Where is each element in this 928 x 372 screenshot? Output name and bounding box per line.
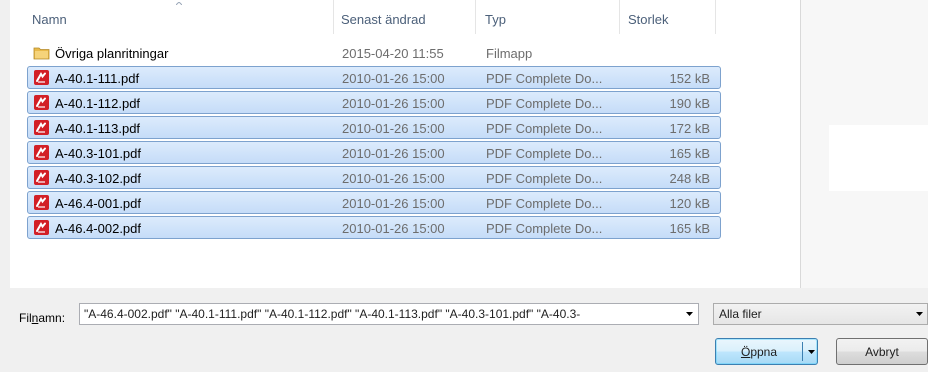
column-separator[interactable] [715,0,716,34]
file-name: A-46.4-001.pdf [55,196,142,211]
filename-dropdown-arrow-icon[interactable] [681,304,698,324]
split-divider [802,342,803,361]
preview-pane [801,0,928,288]
file-size: 172 kB [669,121,710,136]
column-separator[interactable] [333,0,334,34]
file-type: PDF Complete Do... [486,196,603,211]
file-type: PDF Complete Do... [486,221,603,236]
file-modified: 2010-01-26 15:00 [342,71,445,86]
file-row[interactable]: Övriga planritningar 2015-04-20 11:55 Film… [27,41,721,64]
file-list-pane[interactable]: Namn Senast ändrad Typ Storlek Övriga pl… [10,0,801,288]
column-separator[interactable] [475,0,476,34]
open-button[interactable]: Öppna [715,338,818,365]
file-modified: 2010-01-26 15:00 [342,146,445,161]
filename-input[interactable]: "A-46.4-002.pdf" "A-40.1-111.pdf" "A-40.… [79,303,699,325]
file-type-filter-select[interactable]: Alla filer [713,303,928,325]
file-size: 165 kB [669,221,710,236]
open-options-dropdown-icon[interactable] [804,339,818,364]
file-size: 120 kB [669,196,710,211]
file-size: 152 kB [669,71,710,86]
file-name: A-40.1-113.pdf [55,121,141,136]
file-row[interactable]: A-46.4-001.pdf 2010-01-26 15:00 PDF Comple… [27,191,721,214]
file-modified: 2010-01-26 15:00 [342,121,445,136]
filename-input-value: "A-46.4-002.pdf" "A-40.1-111.pdf" "A-40.… [84,307,581,321]
file-type-filter-value: Alla filer [719,307,762,321]
column-header-bar: Namn Senast ändrad Typ Storlek [10,0,800,34]
file-row[interactable]: A-40.3-102.pdf 2010-01-26 15:00 PDF Comple… [27,166,721,189]
dialog-footer: Filnamn: "A-46.4-002.pdf" "A-40.1-111.pd… [0,288,928,372]
file-row[interactable]: A-40.3-101.pdf 2010-01-26 15:00 PDF Comple… [27,141,721,164]
file-type: PDF Complete Do... [486,96,603,111]
file-row[interactable]: A-40.1-111.pdf 2010-01-26 15:00 PDF Comple… [27,66,721,89]
preview-area [829,125,928,191]
file-row[interactable]: A-40.1-112.pdf 2010-01-26 15:00 PDF Comple… [27,91,721,114]
file-size: 248 kB [669,171,710,186]
filename-label: Filnamn: [19,311,66,325]
file-modified: 2010-01-26 15:00 [342,221,445,236]
file-name: A-40.3-101.pdf [55,146,142,161]
file-name: A-46.4-002.pdf [55,221,142,236]
file-row[interactable]: A-46.4-002.pdf 2010-01-26 15:00 PDF Comple… [27,216,721,239]
file-modified: 2010-01-26 15:00 [342,171,445,186]
file-name: A-40.1-111.pdf [55,71,140,86]
file-type: PDF Complete Do... [486,146,603,161]
file-name: A-40.1-112.pdf [55,96,141,111]
column-header-name[interactable]: Namn [32,12,67,27]
file-modified: 2010-01-26 15:00 [342,196,445,211]
file-type: PDF Complete Do... [486,171,603,186]
chevron-down-icon [916,304,923,324]
column-header-size[interactable]: Storlek [628,12,668,27]
file-name: Övriga planritningar [55,46,169,61]
column-header-type[interactable]: Typ [485,12,506,27]
file-row[interactable]: A-40.1-113.pdf 2010-01-26 15:00 PDF Comple… [27,116,721,139]
file-modified: 2015-04-20 11:55 [342,46,444,61]
cancel-button[interactable]: Avbryt [836,338,928,365]
file-type: PDF Complete Do... [486,71,603,86]
file-name: A-40.3-102.pdf [55,171,142,186]
file-modified: 2010-01-26 15:00 [342,96,445,111]
file-size: 165 kB [669,146,710,161]
file-type: Filmapp [486,46,533,61]
sort-indicator-icon [176,2,182,5]
column-separator[interactable] [619,0,620,34]
file-size: 190 kB [669,96,710,111]
file-type: PDF Complete Do... [486,121,603,136]
column-header-modified[interactable]: Senast ändrad [341,12,426,27]
open-button-label: Öppna [740,344,778,359]
